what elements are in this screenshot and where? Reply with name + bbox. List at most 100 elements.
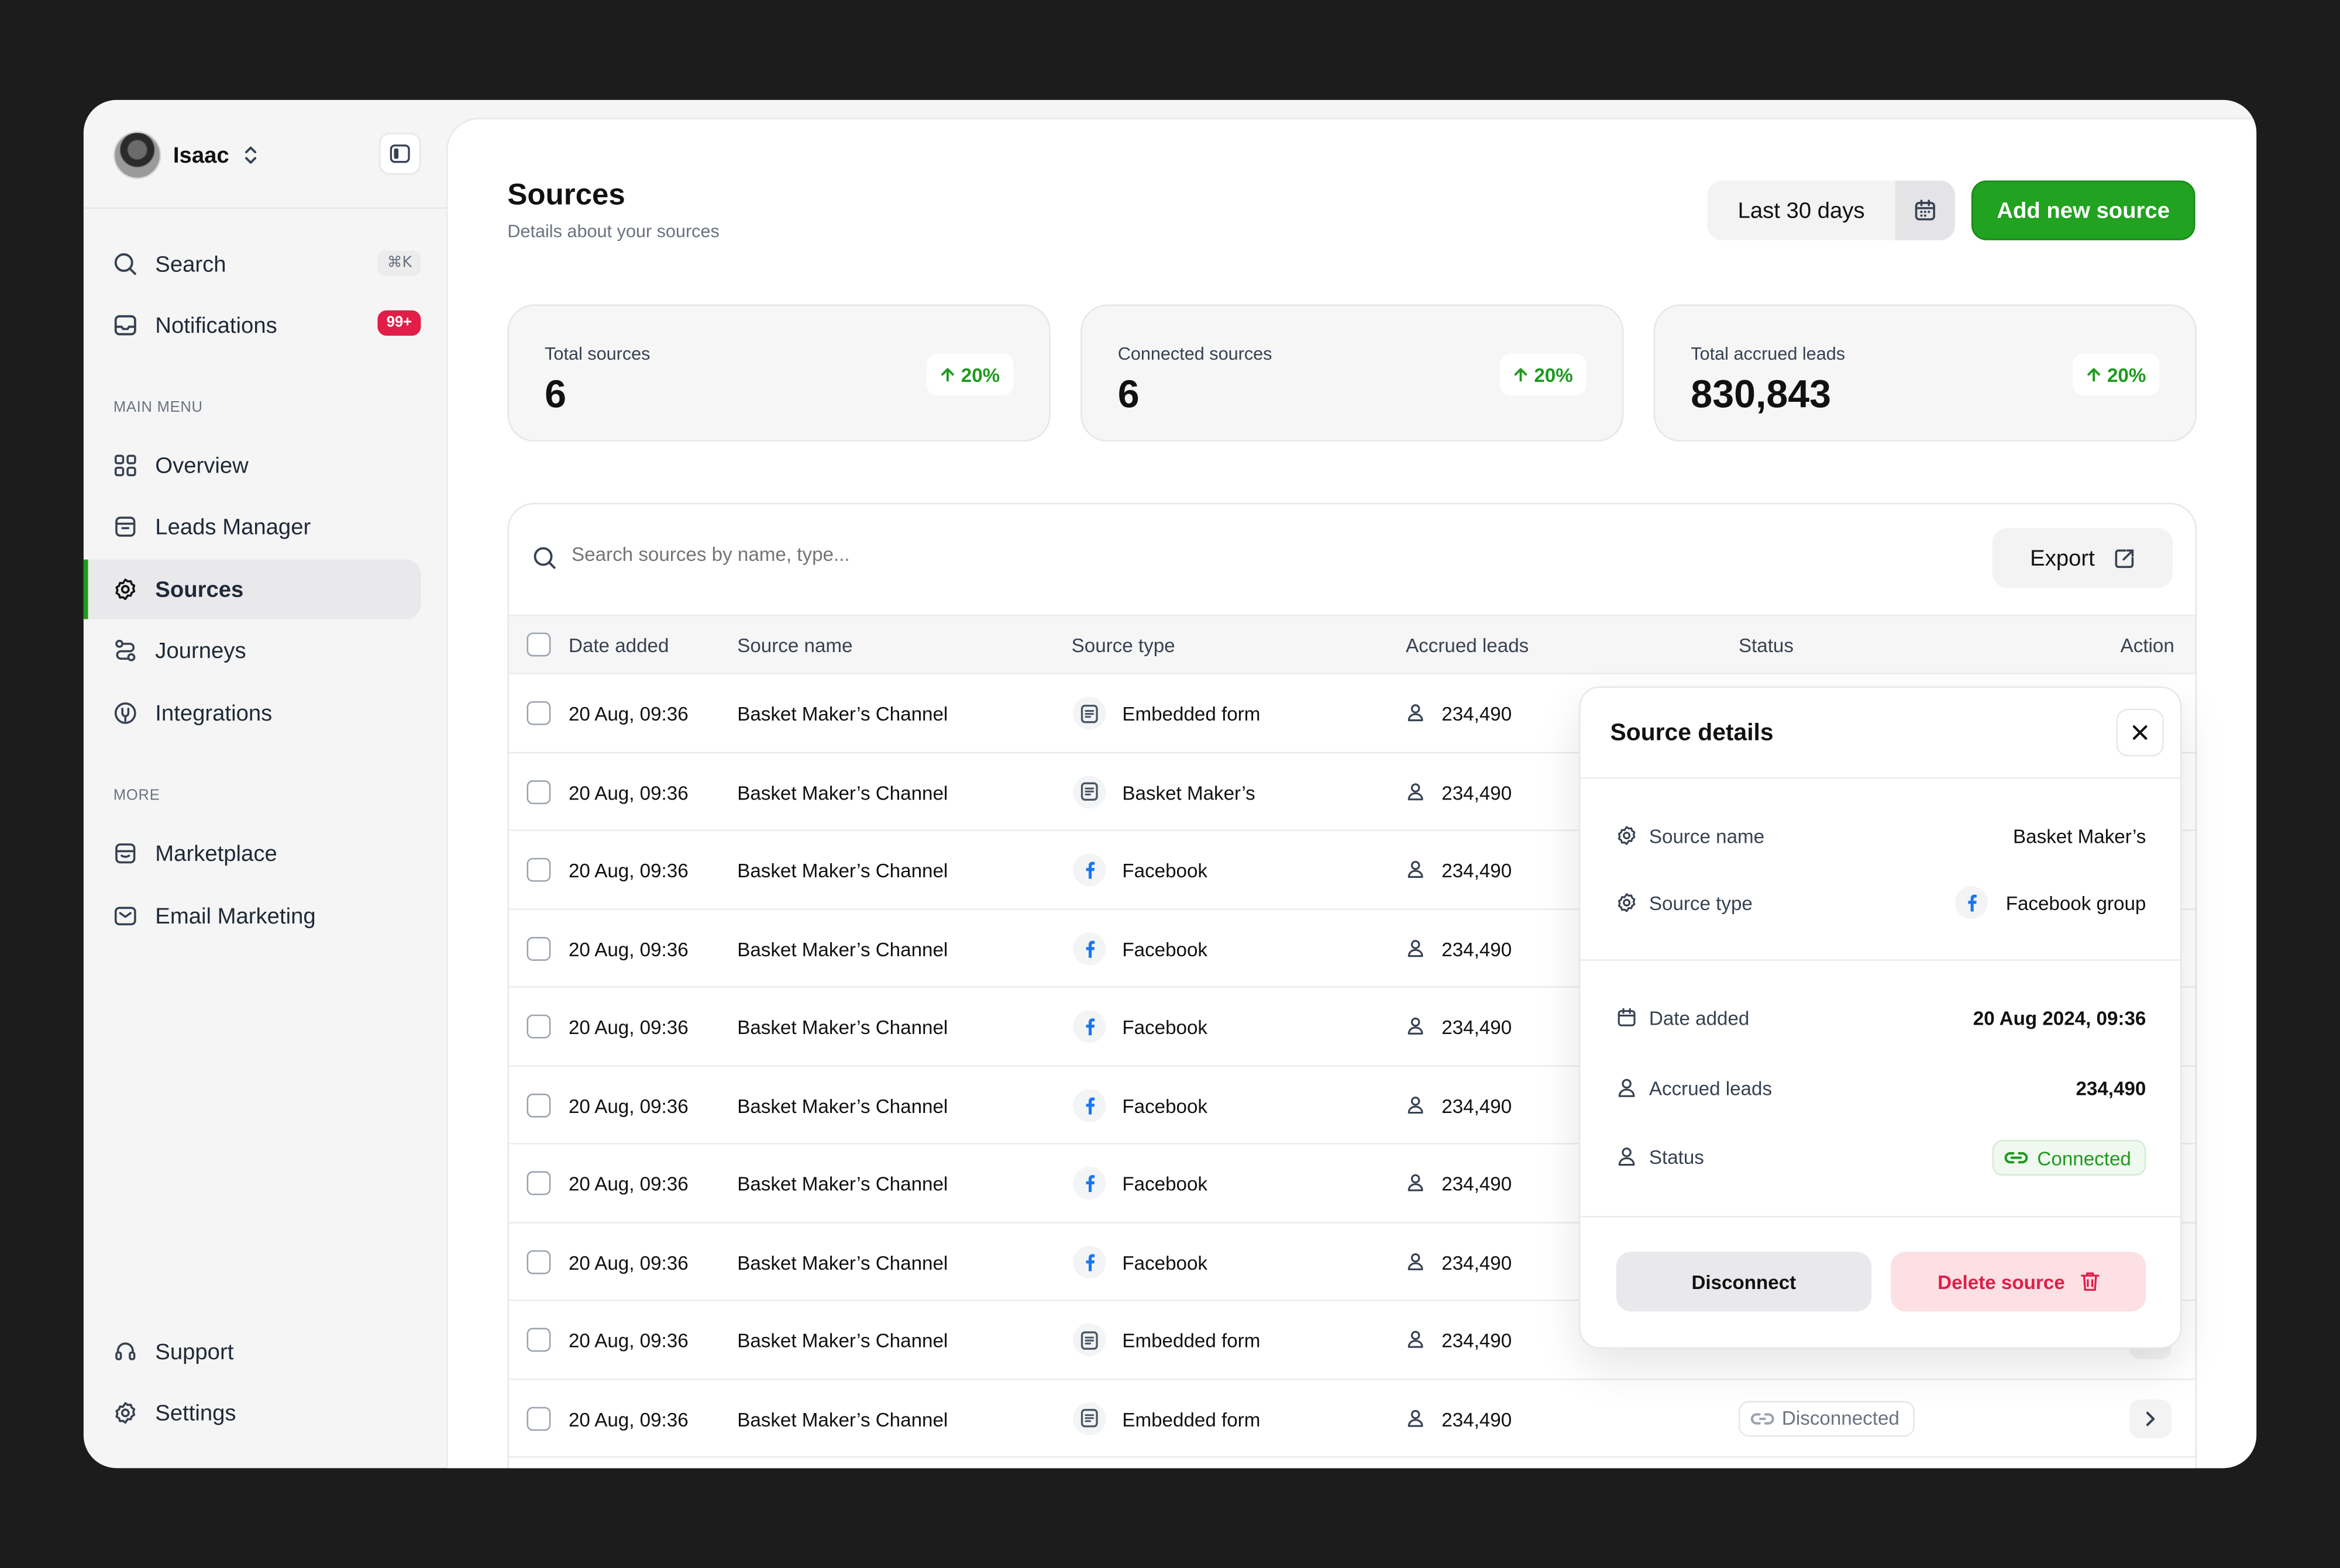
cell-source-name: Basket Maker’s Channel xyxy=(737,1251,948,1274)
search-icon xyxy=(534,547,556,569)
cell-source-type: Facebook xyxy=(1122,859,1208,882)
column-header-status[interactable]: Status xyxy=(1739,634,1794,656)
cell-source-name: Basket Maker’s Channel xyxy=(737,938,948,960)
page-subtitle: Details about your sources xyxy=(507,220,720,242)
close-button[interactable] xyxy=(2116,708,2164,757)
cell-source-name: Basket Maker’s Channel xyxy=(737,781,948,804)
form-icon xyxy=(1073,1401,1106,1435)
table-row[interactable]: 20 Aug, 09:36 Basket Maker’s Channel Embed… xyxy=(508,1379,2196,1458)
sidebar-item-email-marketing[interactable]: Email Marketing xyxy=(113,886,421,946)
row-checkbox[interactable] xyxy=(526,779,551,804)
form-icon xyxy=(1073,1323,1106,1356)
divider xyxy=(1580,959,2181,961)
chevron-updown-icon xyxy=(244,146,256,164)
cell-date-added: 20 Aug, 09:36 xyxy=(568,1094,689,1117)
user-switcher[interactable]: Isaac xyxy=(113,130,259,181)
row-checkbox[interactable] xyxy=(526,1171,551,1195)
sidebar-item-sources[interactable]: Sources xyxy=(83,559,421,619)
cell-date-added: 20 Aug, 09:36 xyxy=(568,859,689,882)
sidebar-item-overview[interactable]: Overview xyxy=(113,436,421,495)
gear-icon xyxy=(113,1401,137,1425)
user-icon xyxy=(1406,1251,1425,1275)
sidebar-item-support[interactable]: Support xyxy=(113,1322,421,1381)
row-checkbox[interactable] xyxy=(526,936,551,960)
panel-title: Source details xyxy=(1610,721,1774,746)
facebook-icon xyxy=(1073,1166,1106,1200)
close-icon xyxy=(2132,725,2148,740)
sidebar-item-label: Settings xyxy=(155,1400,236,1426)
store-icon xyxy=(113,842,137,866)
stat-card-total-sources: Total sources 6 20% xyxy=(507,304,1051,442)
cell-date-added: 20 Aug, 09:36 xyxy=(568,1329,689,1352)
sidebar: Isaac Search ⌘K Notifications 99+ MAIN M… xyxy=(83,100,446,1468)
delete-source-button[interactable]: Delete source xyxy=(1891,1252,2146,1312)
cell-date-added: 20 Aug, 09:36 xyxy=(568,1407,689,1431)
cell-source-type: Facebook xyxy=(1122,1016,1208,1039)
cell-source-name: Basket Maker’s Channel xyxy=(737,1173,948,1195)
row-checkbox[interactable] xyxy=(526,1406,551,1431)
row-checkbox[interactable] xyxy=(526,1014,551,1039)
user-icon xyxy=(1618,1147,1635,1166)
sidebar-item-journeys[interactable]: Journeys xyxy=(113,621,421,680)
detail-source-type: Source type Facebook group xyxy=(1616,886,2146,919)
disconnect-button[interactable]: Disconnect xyxy=(1616,1252,1871,1312)
cell-date-added: 20 Aug, 09:36 xyxy=(568,702,689,725)
export-button[interactable]: Export xyxy=(1992,528,2173,588)
shortcut-badge: ⌘K xyxy=(378,250,421,276)
section-label-more: MORE xyxy=(113,787,160,804)
puzzle-icon xyxy=(113,701,137,725)
row-checkbox[interactable] xyxy=(526,1328,551,1352)
select-all-checkbox[interactable] xyxy=(526,632,551,657)
cell-accrued-leads: 234,490 xyxy=(1441,1329,1512,1352)
row-action-button[interactable] xyxy=(2129,1398,2172,1438)
sidebar-item-notifications[interactable]: Notifications 99+ xyxy=(113,295,421,355)
cell-source-name: Basket Maker’s Channel xyxy=(737,859,948,882)
detail-status: Status Connected xyxy=(1616,1139,2146,1176)
cell-accrued-leads: 234,490 xyxy=(1441,1173,1512,1195)
cell-accrued-leads: 234,490 xyxy=(1441,1251,1512,1274)
column-header-accrued-leads[interactable]: Accrued leads xyxy=(1406,634,1529,656)
external-link-icon xyxy=(2114,549,2133,567)
detail-source-name: Source name Basket Maker’s xyxy=(1616,822,2146,852)
cell-date-added: 20 Aug, 09:36 xyxy=(568,1173,689,1195)
inbox-icon xyxy=(113,313,137,337)
mail-icon xyxy=(113,904,137,928)
form-icon xyxy=(1073,775,1106,808)
calendar-icon[interactable] xyxy=(1895,180,1955,240)
sidebar-item-label: Overview xyxy=(155,453,249,478)
stat-card-total-accrued-leads: Total accrued leads 830,843 20% xyxy=(1653,304,2197,442)
sidebar-toggle-icon xyxy=(390,144,410,163)
detail-label: Date added xyxy=(1649,1007,1750,1030)
row-checkbox[interactable] xyxy=(526,857,551,882)
cell-source-name: Basket Maker’s Channel xyxy=(737,1094,948,1117)
column-header-source-name[interactable]: Source name xyxy=(737,634,852,656)
sidebar-item-search[interactable]: Search ⌘K xyxy=(113,235,421,294)
detail-label: Accrued leads xyxy=(1649,1077,1773,1100)
user-icon xyxy=(1618,1078,1635,1097)
stat-value: 6 xyxy=(545,371,567,416)
divider xyxy=(83,207,446,209)
search-input[interactable] xyxy=(572,543,1467,566)
user-name: Isaac xyxy=(173,142,229,168)
sidebar-item-marketplace[interactable]: Marketplace xyxy=(113,823,421,883)
column-header-date-added[interactable]: Date added xyxy=(569,634,669,656)
row-checkbox[interactable] xyxy=(526,1093,551,1117)
delete-label: Delete source xyxy=(1938,1270,2065,1293)
box-icon xyxy=(113,515,137,539)
collapse-sidebar-button[interactable] xyxy=(378,133,421,175)
sidebar-item-leads-manager[interactable]: Leads Manager xyxy=(113,497,421,556)
detail-date-added: Date added 20 Aug 2024, 09:36 xyxy=(1616,1004,2146,1034)
row-checkbox[interactable] xyxy=(526,701,551,725)
divider xyxy=(1580,1216,2181,1218)
user-icon xyxy=(1406,1408,1425,1432)
date-range-picker[interactable]: Last 30 days xyxy=(1707,180,1955,240)
column-header-source-type[interactable]: Source type xyxy=(1072,634,1175,656)
sidebar-item-settings[interactable]: Settings xyxy=(113,1383,421,1443)
sidebar-item-integrations[interactable]: Integrations xyxy=(113,683,421,743)
row-checkbox[interactable] xyxy=(526,1249,551,1274)
cell-date-added: 20 Aug, 09:36 xyxy=(568,1251,689,1274)
sidebar-item-label: Journeys xyxy=(155,637,246,663)
add-new-source-button[interactable]: Add new source xyxy=(1971,180,2196,240)
sidebar-item-label: Leads Manager xyxy=(155,514,311,540)
cell-source-name: Basket Maker’s Channel xyxy=(737,1407,948,1431)
